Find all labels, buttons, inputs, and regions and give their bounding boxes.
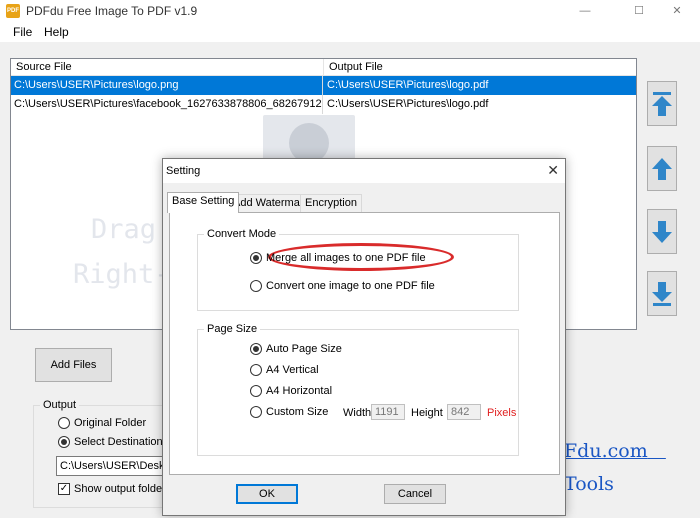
cancel-button[interactable]: Cancel	[384, 484, 446, 504]
ok-button[interactable]: OK	[236, 484, 298, 504]
page-size-title: Page Size	[204, 323, 261, 335]
base-setting-panel: Convert Mode Merge all images to one PDF…	[169, 212, 560, 475]
show-output-checkbox[interactable]: ✓	[58, 483, 70, 495]
source-cell: C:\Users\USER\Pictures\logo.png	[11, 76, 323, 95]
move-up-icon	[652, 157, 672, 180]
title-bar: PDF PDFdu Free Image To PDF v1.9 — ☐ ✕	[0, 0, 700, 22]
menu-file[interactable]: File	[13, 25, 32, 39]
width-input[interactable]: 1191	[371, 404, 405, 420]
width-label: Width	[343, 407, 372, 419]
convert-mode-group: Convert Mode Merge all images to one PDF…	[197, 228, 519, 311]
merge-images-label: Merge all images to one PDF file	[266, 252, 426, 264]
page-size-group: Page Size Auto Page Size A4 Vertical A4 …	[197, 323, 519, 456]
move-up-button[interactable]	[647, 146, 677, 191]
auto-page-size-radio[interactable]	[250, 343, 262, 355]
move-top-icon	[652, 91, 672, 116]
height-input[interactable]: 842	[447, 404, 481, 420]
window-title: PDFdu Free Image To PDF v1.9	[26, 4, 198, 18]
merge-images-radio[interactable]	[250, 252, 262, 264]
source-cell: C:\Users\USER\Pictures\facebook_16276338…	[11, 95, 323, 114]
tab-encryption[interactable]: Encryption	[300, 194, 362, 212]
original-folder-radio[interactable]	[58, 417, 70, 429]
auto-page-size-label: Auto Page Size	[266, 343, 342, 355]
move-down-icon	[652, 220, 672, 243]
move-top-button[interactable]	[647, 81, 677, 126]
custom-size-radio[interactable]	[250, 406, 262, 418]
menu-help[interactable]: Help	[44, 25, 69, 39]
setting-dialog: Setting ✕ Base Setting Add Watermark Enc…	[162, 158, 566, 516]
add-files-button[interactable]: Add Files	[35, 348, 112, 382]
dialog-close-icon[interactable]: ✕	[547, 162, 559, 179]
convert-mode-title: Convert Mode	[204, 228, 280, 240]
table-row[interactable]: C:\Users\USER\Pictures\facebook_16276338…	[11, 95, 636, 114]
pdfdu-link[interactable]: Fdu.com	[564, 440, 666, 462]
move-bottom-icon	[652, 281, 672, 306]
dialog-title: Setting	[166, 165, 201, 177]
table-row[interactable]: C:\Users\USER\Pictures\logo.png C:\Users…	[11, 76, 636, 95]
a4-vertical-label: A4 Vertical	[266, 364, 319, 376]
move-bottom-button[interactable]	[647, 271, 677, 316]
tools-link[interactable]: Tools	[564, 473, 614, 495]
output-cell: C:\Users\USER\Pictures\logo.pdf	[327, 98, 489, 110]
height-label: Height	[411, 407, 443, 419]
list-header: Source File Output File	[11, 59, 636, 76]
convert-one-label: Convert one image to one PDF file	[266, 280, 435, 292]
output-cell: C:\Users\USER\Pictures\logo.pdf	[327, 79, 489, 91]
column-source-file[interactable]: Source File	[11, 59, 324, 76]
column-output-file[interactable]: Output File	[324, 59, 636, 76]
convert-one-radio[interactable]	[250, 280, 262, 292]
app-icon: PDF	[6, 4, 20, 18]
a4-horizontal-label: A4 Horizontal	[266, 385, 333, 397]
close-button[interactable]: ✕	[654, 0, 700, 22]
move-down-button[interactable]	[647, 209, 677, 254]
a4-vertical-radio[interactable]	[250, 364, 262, 376]
custom-size-label: Custom Size	[266, 406, 329, 418]
original-folder-label: Original Folder	[74, 417, 147, 429]
minimize-button[interactable]: —	[562, 0, 608, 22]
dialog-title-bar: Setting ✕	[163, 159, 565, 183]
a4-horizontal-radio[interactable]	[250, 385, 262, 397]
output-group-title: Output	[40, 399, 80, 411]
pixels-unit-label: Pixels	[487, 407, 517, 419]
menu-bar: File Help	[0, 22, 700, 42]
tab-base-setting[interactable]: Base Setting	[167, 192, 240, 213]
destination-folder-radio[interactable]	[58, 436, 70, 448]
